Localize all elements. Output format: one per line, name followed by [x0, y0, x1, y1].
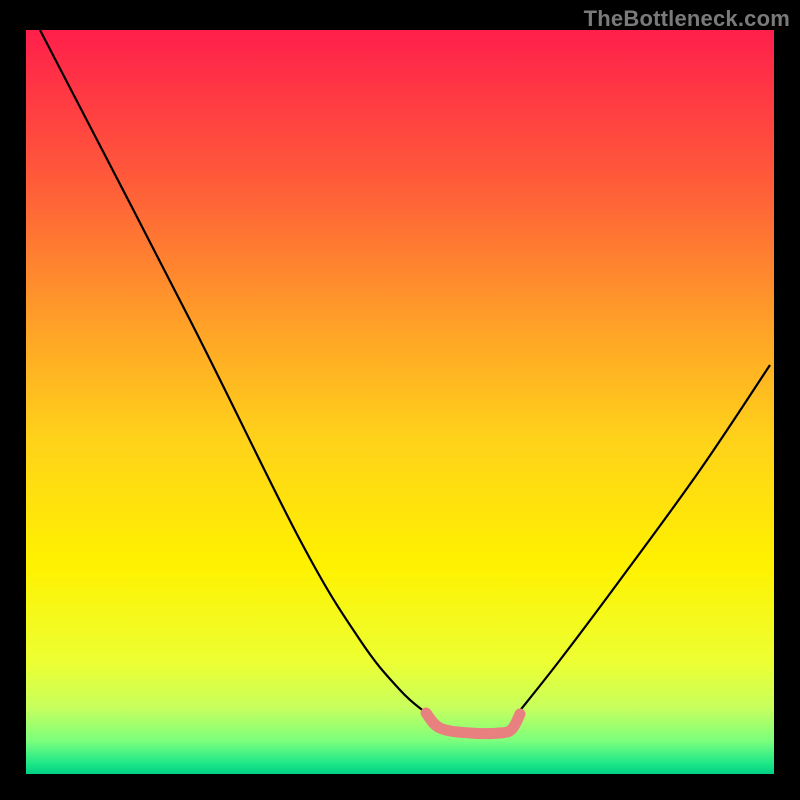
- watermark-text: TheBottleneck.com: [584, 6, 790, 32]
- bottleneck-curve-plot: [0, 0, 800, 800]
- plot-background: [26, 30, 774, 774]
- chart-frame: TheBottleneck.com: [0, 0, 800, 800]
